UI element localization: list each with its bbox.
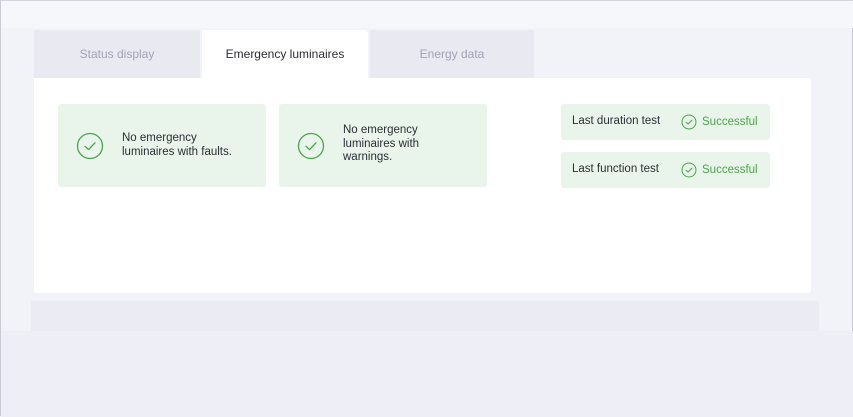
- function-test-result-text: Successful: [702, 164, 758, 176]
- function-test-status: Last function test Successful: [561, 152, 770, 188]
- check-circle-icon: [76, 132, 104, 160]
- duration-test-status: Last duration test Successful: [561, 104, 770, 140]
- check-circle-icon: [297, 132, 325, 160]
- function-test-label: Last function test: [572, 163, 659, 175]
- top-gap: [1, 1, 853, 28]
- emergency-luminaires-panel: No emergency luminaires with faults. No …: [34, 78, 811, 293]
- tab-bar: Status display Emergency luminaires Ener…: [34, 30, 534, 78]
- warnings-status-card: No emergency luminaires with warnings.: [279, 104, 487, 187]
- faults-status-text: No emergency luminaires with faults.: [122, 132, 232, 158]
- duration-test-result-text: Successful: [702, 116, 758, 128]
- warnings-status-text: No emergency luminaires with warnings.: [343, 124, 420, 163]
- check-circle-icon: [681, 114, 697, 130]
- duration-test-result: Successful: [681, 113, 758, 131]
- tab-emergency-luminaires[interactable]: Emergency luminaires: [202, 30, 368, 78]
- app-frame: Status display Emergency luminaires Ener…: [0, 0, 853, 417]
- duration-test-label: Last duration test: [572, 115, 661, 127]
- panel-shadow: [31, 301, 819, 331]
- tab-label: Status display: [79, 47, 155, 61]
- faults-status-card: No emergency luminaires with faults.: [58, 104, 266, 187]
- check-circle-icon: [681, 162, 697, 178]
- tab-status-display[interactable]: Status display: [34, 30, 200, 78]
- lower-background: [1, 331, 853, 417]
- tab-label: Energy data: [419, 47, 485, 61]
- function-test-result: Successful: [681, 161, 758, 179]
- tab-label: Emergency luminaires: [225, 47, 345, 61]
- tab-energy-data[interactable]: Energy data: [370, 30, 534, 78]
